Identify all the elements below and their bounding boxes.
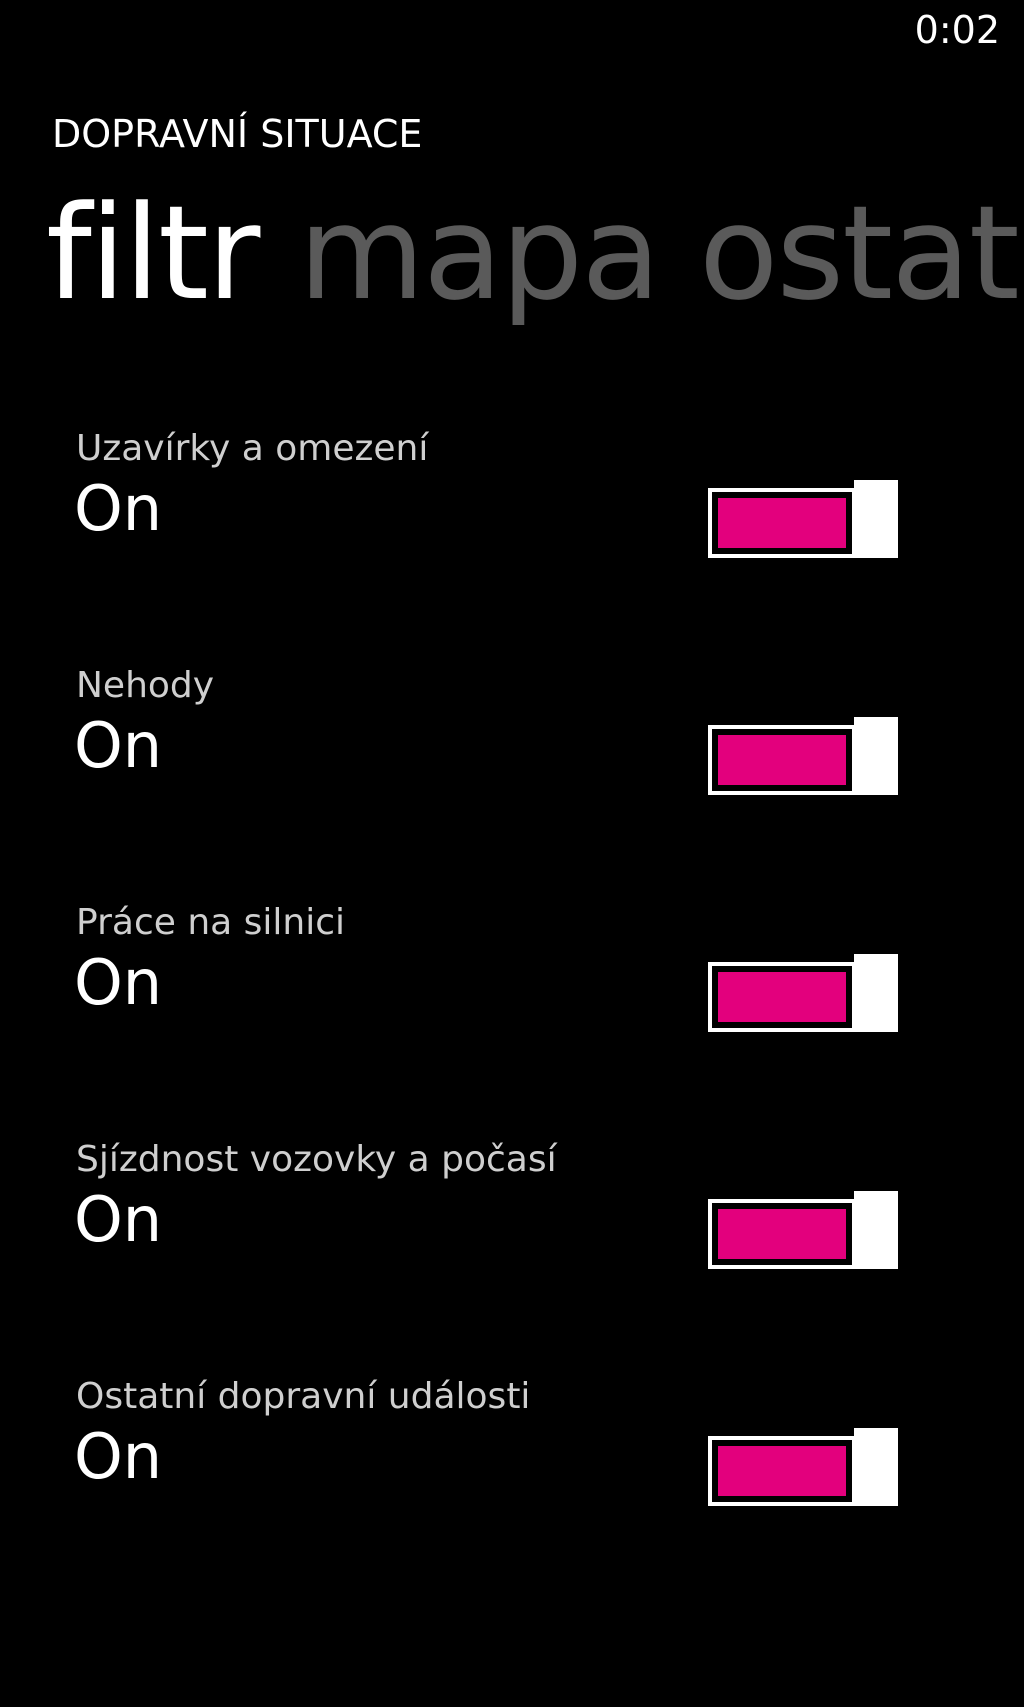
setting-ostatni-udalosti: Ostatní dopravní události On (0, 1376, 1024, 1613)
setting-nehody: Nehody On (0, 665, 1024, 902)
setting-label: Uzavírky a omezení (76, 428, 429, 469)
settings-list: Uzavírky a omezení On Nehody On Práce na… (0, 428, 1024, 1613)
toggle-switch-nehody[interactable] (708, 717, 900, 795)
tab-filtr[interactable]: filtr (46, 178, 260, 328)
setting-label: Nehody (76, 665, 215, 706)
tab-ostatni[interactable]: ostat (699, 178, 1020, 328)
toggle-fill (718, 498, 846, 548)
setting-label: Ostatní dopravní události (76, 1376, 531, 1417)
setting-state: On (74, 1183, 163, 1256)
toggle-fill (718, 1209, 846, 1259)
toggle-knob[interactable] (854, 717, 898, 795)
toggle-track (708, 725, 856, 795)
setting-state: On (74, 709, 163, 782)
setting-state: On (74, 472, 163, 545)
setting-prace-na-silnici: Práce na silnici On (0, 902, 1024, 1139)
toggle-switch-ostatni-udalosti[interactable] (708, 1428, 900, 1506)
toggle-track (708, 488, 856, 558)
setting-uzavirky: Uzavírky a omezení On (0, 428, 1024, 665)
toggle-track (708, 1436, 856, 1506)
setting-state: On (74, 1420, 163, 1493)
setting-sjizdnost: Sjízdnost vozovky a počasí On (0, 1139, 1024, 1376)
setting-label: Práce na silnici (76, 902, 346, 943)
toggle-knob[interactable] (854, 954, 898, 1032)
setting-label: Sjízdnost vozovky a počasí (76, 1139, 557, 1180)
toggle-track (708, 1199, 856, 1269)
toggle-knob[interactable] (854, 1191, 898, 1269)
app-title: DOPRAVNÍ SITUACE (52, 112, 423, 156)
toggle-switch-uzavirky[interactable] (708, 480, 900, 558)
toggle-switch-prace-na-silnici[interactable] (708, 954, 900, 1032)
setting-state: On (74, 946, 163, 1019)
tab-mapa[interactable]: mapa (298, 178, 660, 328)
toggle-fill (718, 972, 846, 1022)
pivot-header: filtr mapa ostat (46, 178, 1024, 328)
toggle-switch-sjizdnost[interactable] (708, 1191, 900, 1269)
toggle-fill (718, 735, 846, 785)
status-time: 0:02 (914, 8, 1000, 52)
toggle-track (708, 962, 856, 1032)
toggle-knob[interactable] (854, 1428, 898, 1506)
toggle-knob[interactable] (854, 480, 898, 558)
toggle-fill (718, 1446, 846, 1496)
